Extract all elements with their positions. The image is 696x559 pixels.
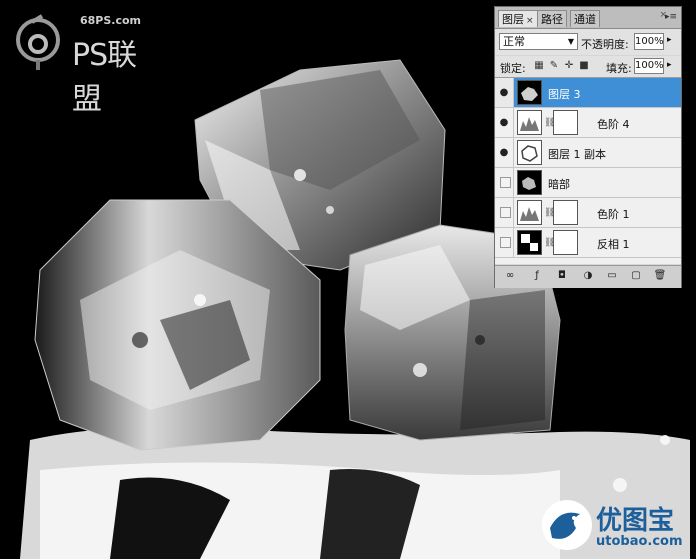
panel-menu-icon[interactable]: ▸≡ [665,12,677,22]
layer-row-levels4[interactable]: ● ⛓ 色阶 4 [495,108,681,138]
lock-all-icon[interactable]: ■ [578,59,590,72]
eye-off-icon [500,207,511,218]
layer-name: 反相 1 [597,238,630,251]
eye-icon: ● [499,87,509,98]
layer-name: 图层 1 副本 [548,148,606,161]
mask-icon[interactable]: ◘ [555,269,569,283]
watermark-site: 68PS.com [80,14,142,27]
layer-name: 暗部 [548,178,570,191]
link-chain-icon: ⛓ [544,118,556,128]
layer-row-layer3[interactable]: ● 图层 3 [495,78,681,108]
chevron-down-icon: ▼ [567,37,574,46]
lock-transparency-icon[interactable]: ▦ [533,59,545,72]
opacity-label: 不透明度: [581,38,629,51]
layer-row-shadows[interactable]: 暗部 [495,168,681,198]
visibility-toggle[interactable]: ● [495,108,514,137]
watermark-cn: 优图宝 [596,506,675,536]
lock-position-icon[interactable]: ✛ [563,59,575,72]
group-icon[interactable]: ▭ [605,269,619,283]
watermark-url: utobao.com [596,534,683,549]
visibility-toggle[interactable] [495,228,514,257]
layer-name: 色阶 4 [597,118,630,131]
fill-field[interactable]: 100% [634,58,664,74]
invert-adjustment-icon [517,230,542,255]
layer-mask-thumbnail [553,110,578,135]
levels-adjustment-icon [517,110,542,135]
tab-paths[interactable]: 路径 [537,10,567,27]
layer-row-invert1[interactable]: ⛓ 反相 1 [495,228,681,258]
layers-panel: 图层 × 路径 通道 × ▸≡ 正常 ▼ 不透明度: 100% ▸ 锁定: ▦ ✎… [494,6,682,288]
tab-channels[interactable]: 通道 [570,10,600,27]
ps-union-watermark: 68PS.com PS联盟 [14,10,164,117]
eye-off-icon [500,237,511,248]
eye-icon: ● [499,117,509,128]
layer-mask-thumbnail [553,230,578,255]
new-layer-icon[interactable]: ▢ [629,269,643,283]
layer-thumbnail [517,170,542,195]
layer-row-levels1[interactable]: ⛓ 色阶 1 [495,198,681,228]
opacity-field[interactable]: 100% [634,33,664,50]
ps-union-logo-icon [16,14,60,70]
fill-slider-arrow-icon[interactable]: ▸ [667,60,672,70]
fill-label: 填充: [606,62,632,75]
eye-off-icon [500,177,511,188]
lock-label: 锁定: [500,62,526,75]
link-icon[interactable]: ∞ [503,269,517,283]
blend-mode-select[interactable]: 正常 ▼ [499,33,578,50]
blend-mode-value: 正常 [503,35,525,48]
visibility-toggle[interactable] [495,198,514,227]
panel-tabbar: 图层 × 路径 通道 × ▸≡ [495,7,681,29]
eye-icon: ● [499,147,509,158]
tab-layers[interactable]: 图层 × [498,10,538,27]
levels-adjustment-icon [517,200,542,225]
layers-list: ● 图层 3 ● ⛓ 色阶 4 ● 图层 1 副本 暗部 ⛓ 色阶 1 ⛓ 反相… [495,78,681,264]
trash-icon[interactable]: 🗑 [653,269,667,283]
blend-options-row: 正常 ▼ 不透明度: 100% ▸ [495,29,681,55]
visibility-toggle[interactable] [495,168,514,197]
link-chain-icon: ⛓ [544,238,556,248]
tab-paths-label: 路径 [541,13,563,26]
link-chain-icon: ⛓ [544,208,556,218]
utobao-bird-icon [542,500,592,550]
tab-close-icon[interactable]: × [526,16,534,26]
watermark-brand: PS联盟 [72,38,137,117]
layer-name: 图层 3 [548,88,581,101]
panel-footer: ∞ ƒ ◘ ◑ ▭ ▢ 🗑 [495,265,681,288]
visibility-toggle[interactable]: ● [495,138,514,167]
fx-icon[interactable]: ƒ [530,269,544,283]
layer-thumbnail [517,140,542,165]
layer-name: 色阶 1 [597,208,630,221]
lock-fill-row: 锁定: ▦ ✎ ✛ ■ 填充: 100% ▸ [495,56,681,78]
utobao-watermark: 优图宝 utobao.com [538,494,696,559]
tab-layers-label: 图层 [502,13,524,26]
opacity-slider-arrow-icon[interactable]: ▸ [667,35,672,45]
adjustment-icon[interactable]: ◑ [581,269,595,283]
layer-mask-thumbnail [553,200,578,225]
layer-thumbnail [517,80,542,105]
visibility-toggle[interactable]: ● [495,78,514,107]
tab-channels-label: 通道 [574,13,596,26]
layer-row-layer1-copy[interactable]: ● 图层 1 副本 [495,138,681,168]
lock-image-icon[interactable]: ✎ [548,59,560,72]
